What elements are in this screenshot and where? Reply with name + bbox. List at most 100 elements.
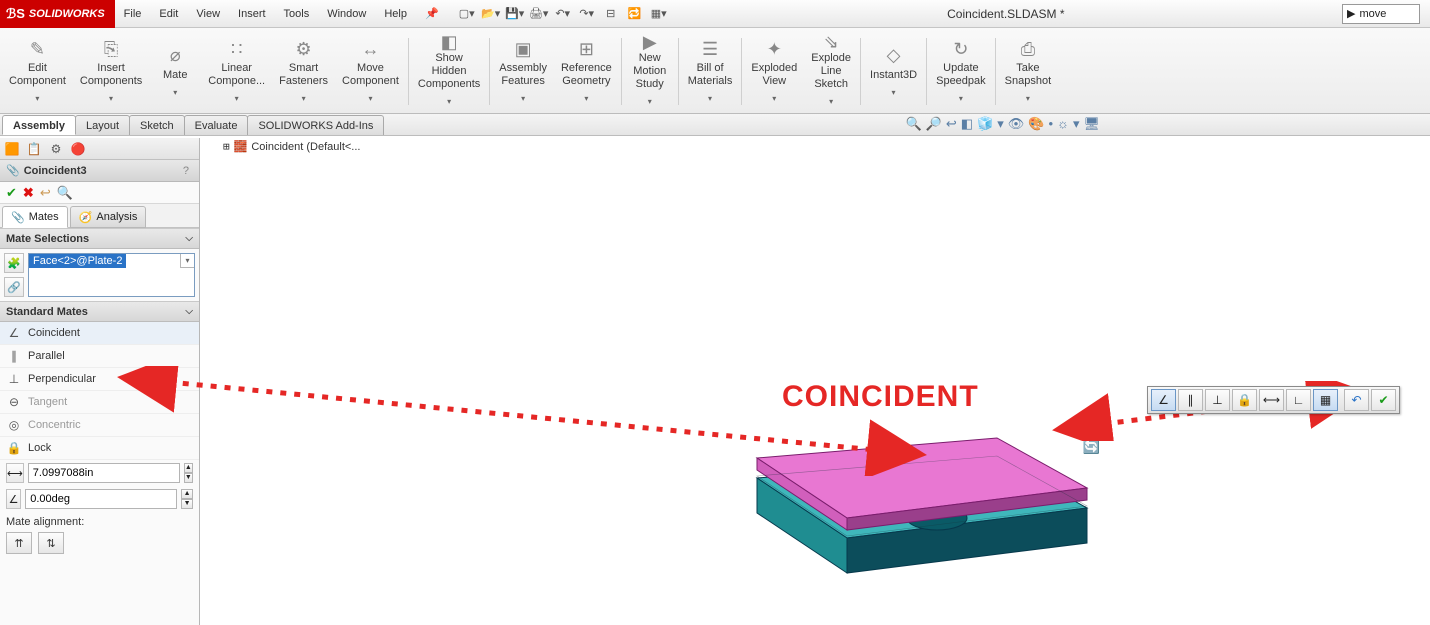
ctx-flip-icon[interactable]: ▦ <box>1313 389 1338 411</box>
render-icon[interactable]: ☼ <box>1057 116 1069 132</box>
entities-filter-icon[interactable]: 🧩 <box>4 253 24 273</box>
ribbon-show-button[interactable]: ◧ShowHiddenComponents▾ <box>411 32 487 111</box>
ribbon-new-button[interactable]: ▶NewMotionStudy▾ <box>624 32 676 111</box>
qat-print-icon[interactable]: 🖨▾ <box>528 3 550 25</box>
ctx-coincident-icon[interactable]: ∠ <box>1151 389 1176 411</box>
section-view-icon[interactable]: ◧ <box>961 116 973 132</box>
qat-redo-icon[interactable]: ↷▾ <box>576 3 598 25</box>
ribbon-update-button[interactable]: ↻UpdateSpeedpak▾ <box>929 32 993 111</box>
ribbon-label: InsertComponents <box>80 62 142 88</box>
menu-file[interactable]: File <box>115 0 151 28</box>
tab-sketch[interactable]: Sketch <box>129 115 185 135</box>
qat-undo-icon[interactable]: ↶▾ <box>552 3 574 25</box>
collapse-standard-icon[interactable]: ⌵ <box>185 306 193 317</box>
ribbon-smart-button[interactable]: ⚙SmartFasteners▾ <box>272 32 335 111</box>
ctx-undo-icon[interactable]: ↶ <box>1344 389 1369 411</box>
command-search[interactable]: ▶ move <box>1342 4 1420 24</box>
model-plate[interactable] <box>737 418 1107 598</box>
distance-input[interactable] <box>28 463 180 483</box>
qat-rebuild-icon[interactable]: 🔁 <box>624 3 646 25</box>
qat-open-icon[interactable]: 📂▾ <box>480 3 502 25</box>
tab-addins[interactable]: SOLIDWORKS Add-Ins <box>247 115 384 135</box>
lock-icon: 🔒 <box>6 440 22 456</box>
ribbon-bill-of-button[interactable]: ☰Bill ofMaterials▾ <box>681 32 740 111</box>
collapse-selections-icon[interactable]: ⌵ <box>185 233 193 244</box>
ribbon-icon: ✎ <box>30 38 45 60</box>
ctx-ok-icon[interactable]: ✔ <box>1371 389 1396 411</box>
qat-options-icon[interactable]: ▦▾ <box>648 3 670 25</box>
selection-listbox[interactable]: Face<2>@Plate-2 ▾ <box>28 253 195 297</box>
alignment-aligned-icon[interactable]: ⇈ <box>6 532 32 554</box>
ribbon-label: ExplodedView <box>751 62 797 88</box>
tab-layout[interactable]: Layout <box>75 115 130 135</box>
ribbon-edit-button[interactable]: ✎EditComponent▾ <box>2 32 73 111</box>
hide-show-icon[interactable]: 👁 <box>1008 116 1025 132</box>
menu-tools[interactable]: Tools <box>275 0 319 28</box>
pm-help-icon[interactable]: ? <box>179 165 193 177</box>
tab-assembly[interactable]: Assembly <box>2 115 76 135</box>
menu-pin-icon[interactable]: 📌 <box>416 0 448 28</box>
scene-icon[interactable]: • <box>1048 116 1053 132</box>
tree-expand-icon[interactable]: ⊞ <box>223 140 230 153</box>
menu-help[interactable]: Help <box>375 0 416 28</box>
zoom-fit-icon[interactable]: 🔍 <box>905 116 921 132</box>
selection-dropdown-icon[interactable]: ▾ <box>180 254 194 268</box>
flyout-tree-root[interactable]: ⊞ 🧱 Coincident (Default<... <box>223 140 360 153</box>
screen-icon[interactable]: 🖥 <box>1083 116 1100 132</box>
ctx-tangent-icon[interactable]: 🔒 <box>1232 389 1257 411</box>
tab-evaluate[interactable]: Evaluate <box>184 115 249 135</box>
zoom-area-icon[interactable]: 🔎 <box>926 116 942 132</box>
angle-spinner[interactable]: ▲▼ <box>181 489 193 509</box>
mate-parallel-option[interactable]: ∥Parallel <box>0 345 199 368</box>
distance-spinner[interactable]: ▲▼ <box>184 463 193 483</box>
selection-item[interactable]: Face<2>@Plate-2 <box>29 254 126 268</box>
rotate-gizmo-icon[interactable]: 🔄 <box>1083 438 1100 455</box>
ribbon-explode-button[interactable]: ⇘ExplodeLineSketch▾ <box>804 32 858 111</box>
pm-cancel-icon[interactable]: ✖ <box>23 185 34 201</box>
ribbon-linear-button[interactable]: ∷LinearCompone...▾ <box>201 32 272 111</box>
ctx-perpendicular-icon[interactable]: ⊥ <box>1205 389 1230 411</box>
display-style-icon[interactable]: 🧊 <box>977 116 993 132</box>
subtab-mates[interactable]: 📎 Mates <box>2 206 68 228</box>
mate-lock-option[interactable]: 🔒Lock <box>0 437 199 460</box>
multi-mate-icon[interactable]: 🔗 <box>4 277 24 297</box>
mate-coincident-option[interactable]: ∠Coincident <box>0 322 199 345</box>
qat-select-icon[interactable]: ⊟ <box>600 3 622 25</box>
ctx-angle-icon[interactable]: ∟ <box>1286 389 1311 411</box>
ctx-distance-icon[interactable]: ⟷ <box>1259 389 1284 411</box>
settings-icon[interactable]: ▾ <box>1073 116 1080 132</box>
alignment-anti-icon[interactable]: ⇅ <box>38 532 64 554</box>
mate-perpendicular-option[interactable]: ⊥Perpendicular <box>0 368 199 391</box>
appearance-icon[interactable]: 🎨 <box>1028 116 1044 132</box>
pm-icon[interactable]: 📋 <box>24 140 44 158</box>
graphics-area[interactable]: ⊞ 🧱 Coincident (Default<... 🔄 COINCIDENT <box>217 138 1430 625</box>
ribbon-instant3d-button[interactable]: ◇Instant3D▾ <box>863 32 924 111</box>
menu-window[interactable]: Window <box>318 0 375 28</box>
ribbon-take-button[interactable]: ⎙TakeSnapshot▾ <box>998 32 1058 111</box>
ribbon-move-button[interactable]: ↔MoveComponent▾ <box>335 32 406 111</box>
prev-view-icon[interactable]: ↩ <box>946 116 957 132</box>
menu-view[interactable]: View <box>187 0 229 28</box>
display-mgr-icon[interactable]: 🔴 <box>68 140 88 158</box>
ribbon-reference-button[interactable]: ⊞ReferenceGeometry▾ <box>554 32 619 111</box>
config-icon[interactable]: ⚙ <box>46 140 66 158</box>
ribbon-assembly-button[interactable]: ▣AssemblyFeatures▾ <box>492 32 554 111</box>
qat-save-icon[interactable]: 💾▾ <box>504 3 526 25</box>
angle-input[interactable] <box>25 489 177 509</box>
ctx-parallel-icon[interactable]: ∥ <box>1178 389 1203 411</box>
mate-tangent-option[interactable]: ⊖Tangent <box>0 391 199 414</box>
mate-concentric-option[interactable]: ◎Concentric <box>0 414 199 437</box>
pm-pushpin-icon[interactable]: ↩ <box>40 185 51 201</box>
menu-insert[interactable]: Insert <box>229 0 275 28</box>
ribbon-insert-button[interactable]: ⎘InsertComponents▾ <box>73 32 149 111</box>
menu-edit[interactable]: Edit <box>150 0 187 28</box>
ribbon-mate-button[interactable]: ⌀Mate▾ <box>149 32 201 111</box>
dropdown-caret-icon: ▾ <box>772 92 776 105</box>
subtab-analysis[interactable]: 🧭 Analysis <box>70 206 147 228</box>
ribbon-exploded-button[interactable]: ✦ExplodedView▾ <box>744 32 804 111</box>
view-orient-icon[interactable]: ▾ <box>997 116 1004 132</box>
pm-preview-icon[interactable]: 🔍 <box>57 185 73 201</box>
pm-ok-icon[interactable]: ✔ <box>6 185 17 201</box>
qat-new-icon[interactable]: ▢▾ <box>456 3 478 25</box>
fm-tree-icon[interactable]: 🟧 <box>2 140 22 158</box>
